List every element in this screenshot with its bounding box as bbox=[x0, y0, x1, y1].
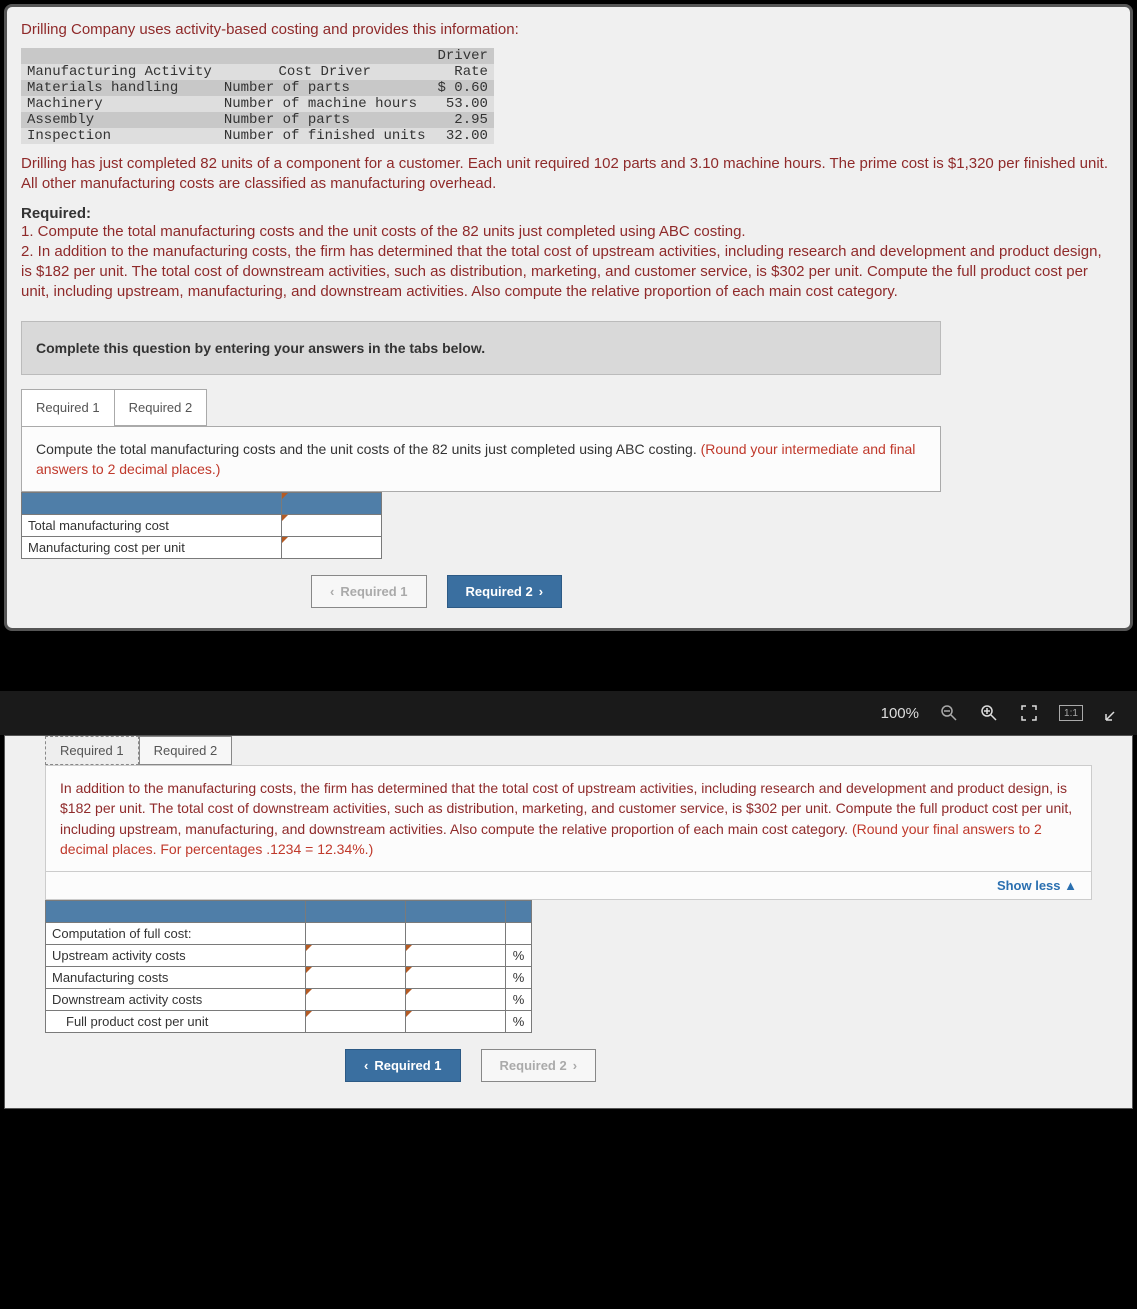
expand-icon[interactable] bbox=[1103, 703, 1123, 723]
answer-table-2: Computation of full cost: Upstream activ… bbox=[45, 900, 532, 1033]
chevron-left-icon: ‹ bbox=[364, 1058, 368, 1073]
prev-button[interactable]: ‹ Required 1 bbox=[311, 575, 427, 608]
row-downstream: Downstream activity costs bbox=[46, 989, 306, 1011]
row-total-mfg: Total manufacturing cost bbox=[22, 515, 282, 537]
input-total-mfg[interactable] bbox=[282, 515, 382, 537]
input-cost-per-unit[interactable] bbox=[282, 537, 382, 559]
nav-buttons-2: ‹ Required 1 Required 2 › bbox=[345, 1049, 1092, 1082]
chevron-right-icon: › bbox=[539, 584, 543, 599]
question-panel-2: Required 1 Required 2 In addition to the… bbox=[4, 735, 1133, 1109]
prev-button-2[interactable]: ‹ Required 1 bbox=[345, 1049, 461, 1082]
paragraph-1: Drilling has just completed 82 units of … bbox=[21, 154, 1116, 195]
prompt-black: Compute the total manufacturing costs an… bbox=[36, 441, 701, 457]
question-panel-1: Drilling Company uses activity-based cos… bbox=[4, 4, 1133, 631]
inp-mfg-1[interactable] bbox=[306, 967, 406, 989]
show-less-link[interactable]: Show less ▲ bbox=[45, 872, 1092, 900]
cost-driver-table: Driver Manufacturing ActivityCost Driver… bbox=[21, 48, 494, 144]
required-header: Required: bbox=[21, 205, 1116, 222]
instruction-band: Complete this question by entering your … bbox=[21, 321, 941, 375]
nav-buttons-1: ‹ Required 1 Required 2 › bbox=[311, 575, 1116, 608]
fullscreen-icon[interactable] bbox=[1019, 703, 1039, 723]
requirement-1: 1. Compute the total manufacturing costs… bbox=[21, 222, 1116, 242]
zoom-in-icon[interactable] bbox=[979, 703, 999, 723]
chevron-right-icon: › bbox=[573, 1058, 577, 1073]
inp-upstream-2[interactable] bbox=[406, 945, 506, 967]
tab-required-2[interactable]: Required 2 bbox=[114, 389, 208, 426]
ratio-icon[interactable]: 1:1 bbox=[1059, 705, 1083, 721]
prompt-box-1: Compute the total manufacturing costs an… bbox=[21, 426, 941, 493]
next-button-2[interactable]: Required 2 › bbox=[481, 1049, 597, 1082]
inp-upstream-1[interactable] bbox=[306, 945, 406, 967]
zoom-out-icon[interactable] bbox=[939, 703, 959, 723]
requirement-2: 2. In addition to the manufacturing cost… bbox=[21, 242, 1116, 303]
viewer-toolbar: 100% 1:1 bbox=[0, 691, 1137, 735]
inp-full-2[interactable] bbox=[406, 1011, 506, 1033]
row-mfg: Manufacturing costs bbox=[46, 967, 306, 989]
tab-required-1[interactable]: Required 1 bbox=[21, 389, 115, 426]
inp-full-1[interactable] bbox=[306, 1011, 406, 1033]
answer-table-1: Total manufacturing cost Manufacturing c… bbox=[21, 492, 382, 559]
next-button[interactable]: Required 2 › bbox=[447, 575, 563, 608]
row-computation: Computation of full cost: bbox=[46, 923, 306, 945]
chevron-left-icon: ‹ bbox=[330, 584, 334, 599]
inp-mfg-2[interactable] bbox=[406, 967, 506, 989]
tabs-1: Required 1 Required 2 bbox=[21, 389, 1116, 426]
prompt-box-2: In addition to the manufacturing costs, … bbox=[45, 765, 1092, 872]
intro-text: Drilling Company uses activity-based cos… bbox=[21, 21, 1116, 38]
row-cost-per-unit: Manufacturing cost per unit bbox=[22, 537, 282, 559]
row-full: Full product cost per unit bbox=[46, 1011, 306, 1033]
inp-down-2[interactable] bbox=[406, 989, 506, 1011]
row-upstream: Upstream activity costs bbox=[46, 945, 306, 967]
tab2-required-1[interactable]: Required 1 bbox=[45, 736, 139, 765]
tab2-required-2[interactable]: Required 2 bbox=[139, 736, 233, 765]
inp-down-1[interactable] bbox=[306, 989, 406, 1011]
triangle-up-icon: ▲ bbox=[1061, 878, 1077, 893]
zoom-level: 100% bbox=[881, 705, 919, 722]
tabs-2: Required 1 Required 2 bbox=[45, 736, 1132, 765]
